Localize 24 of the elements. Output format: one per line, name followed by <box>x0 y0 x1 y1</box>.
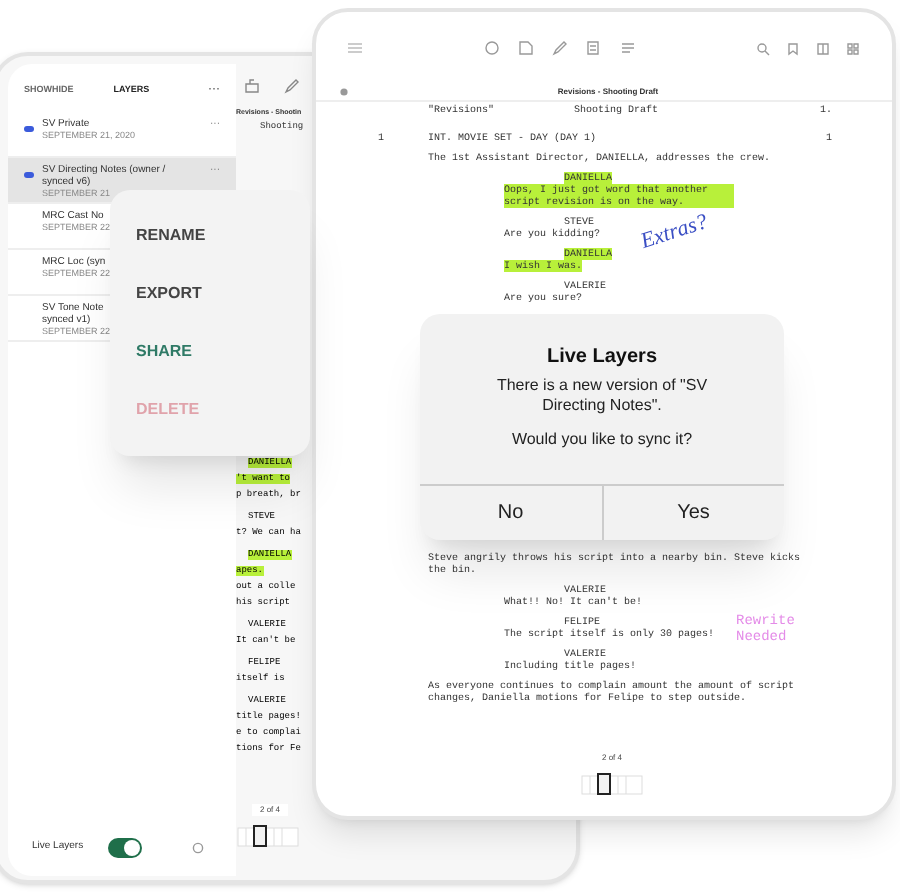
list-icon[interactable] <box>585 40 601 56</box>
dialog-button[interactable]: Yes <box>601 486 784 540</box>
page-thumbnails[interactable] <box>236 824 300 848</box>
menu-item[interactable]: EXPORT <box>136 281 284 306</box>
search-icon[interactable] <box>756 41 770 55</box>
menu-item[interactable]: SHARE <box>136 340 284 365</box>
lines-icon[interactable] <box>619 40 635 56</box>
dialog-message: There is a new version of "SV Directing Notes". <box>494 376 710 416</box>
document-icon[interactable] <box>517 40 533 56</box>
pencil-icon[interactable] <box>551 40 567 56</box>
menu-icon[interactable] <box>348 42 362 54</box>
circle-icon[interactable] <box>483 40 499 56</box>
menu-item[interactable]: RENAME <box>136 223 284 248</box>
grid-icon[interactable] <box>846 41 860 55</box>
sync-icon[interactable] <box>192 842 204 854</box>
book-icon[interactable] <box>816 41 830 55</box>
toggle-switch[interactable] <box>107 838 142 858</box>
handwritten-note: Extras? <box>639 215 709 249</box>
page-thumbnails[interactable] <box>580 772 644 796</box>
bookmark-icon[interactable] <box>786 41 800 55</box>
dialog-message: Would you like to sync it? <box>511 428 693 452</box>
dialog-title: Live Layers <box>546 344 658 372</box>
pencil-icon[interactable] <box>284 78 300 94</box>
dialog-button[interactable]: No <box>420 486 601 540</box>
